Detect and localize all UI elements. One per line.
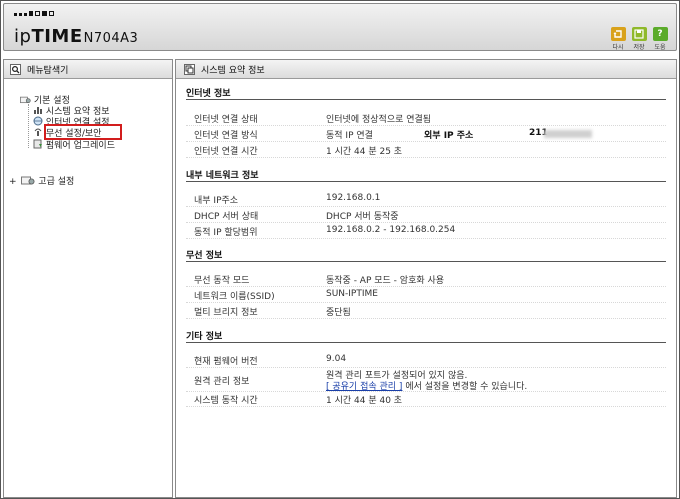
help-button[interactable]: ? 도움 — [651, 27, 669, 51]
section-title-lan: 내부 네트워크 정보 — [186, 171, 259, 181]
row-label: 인터넷 연결 상태 — [194, 115, 258, 125]
section-rule — [186, 181, 666, 182]
sidebar-item-firmware[interactable]: 펌웨어 업그레이드 — [33, 138, 115, 151]
row-label: 네트워크 이름(SSID) — [194, 292, 275, 302]
table-row: 멀티 브리지 정보 중단됨 — [186, 303, 666, 319]
section-title-internet: 인터넷 정보 — [186, 89, 231, 99]
table-row: 네트워크 이름(SSID) SUN-IPTIME — [186, 287, 666, 303]
advanced-settings-label: 고급 설정 — [38, 177, 75, 187]
folder-gear-icon — [21, 176, 35, 185]
menu-explorer-panel: 메뉴탐색기 기본 설정 시스템 요약 정보 인터넷 연결 설정 무선 설정/보안… — [3, 59, 173, 498]
sidebar-item-label: 펌웨어 업그레이드 — [45, 141, 115, 151]
table-row: 인터넷 연결 시간 1 시간 44 분 25 초 — [186, 142, 666, 158]
row-label: 시스템 동작 시간 — [194, 396, 258, 406]
section-title-other: 기타 정보 — [186, 332, 223, 342]
row-value: 1 시간 44 분 40 초 — [326, 396, 403, 406]
tree-advanced-settings[interactable]: + 고급 설정 — [9, 174, 74, 187]
globe-icon — [33, 116, 43, 126]
row-label: 무선 동작 모드 — [194, 276, 250, 286]
save-label: 저장 — [633, 44, 645, 51]
row-label: 원격 관리 정보 — [194, 377, 250, 387]
row-label: 내부 IP주소 — [194, 196, 239, 206]
iptime-logo: ipTIMEN704A3 — [14, 26, 138, 47]
model-name: N704A3 — [83, 31, 139, 46]
logo-dots — [14, 11, 54, 16]
table-row: 동적 IP 할당범위 192.168.0.2 - 192.168.0.254 — [186, 223, 666, 239]
row-value: 1 시간 44 분 25 초 — [326, 147, 403, 157]
table-row: 원격 관리 정보 원격 관리 포트가 설정되어 있지 않음. [ 공유기 접속 … — [186, 368, 666, 392]
wireless-icon — [34, 128, 42, 136]
table-row: 인터넷 연결 상태 인터넷에 정상적으로 연결됨 — [186, 110, 666, 126]
row-label: 멀티 브리지 정보 — [194, 308, 258, 318]
table-row: 현재 펌웨어 버전 9.04 — [186, 352, 666, 368]
section-rule — [186, 99, 666, 100]
row-value: 동적 IP 연결 — [326, 131, 373, 141]
table-row: DHCP 서버 상태 DHCP 서버 동작중 — [186, 207, 666, 223]
logo-time-text: TIME — [31, 26, 83, 47]
row-value: 192.168.0.2 - 192.168.0.254 — [326, 225, 456, 235]
logo-ip-text: ip — [14, 26, 32, 47]
system-summary-header: 시스템 요약 정보 — [176, 60, 676, 79]
refresh-icon — [610, 27, 626, 41]
table-row: 인터넷 연결 방식 동적 IP 연결 외부 IP 주소 211 — [186, 126, 666, 142]
table-row: 내부 IP주소 192.168.0.1 — [186, 191, 666, 207]
row-label: 인터넷 연결 시간 — [194, 147, 258, 157]
row-value: 9.04 — [326, 354, 347, 364]
table-row: 시스템 동작 시간 1 시간 44 분 40 초 — [186, 391, 666, 407]
row-label: 인터넷 연결 방식 — [194, 131, 258, 141]
row-label: 현재 펌웨어 버전 — [194, 357, 258, 367]
firmware-icon — [33, 139, 42, 149]
redacted-ip — [544, 130, 592, 138]
chart-icon — [34, 107, 42, 114]
magnifier-icon — [10, 63, 21, 75]
row-value: 192.168.0.1 — [326, 193, 381, 203]
row-label: 동적 IP 할당범위 — [194, 228, 258, 238]
table-row: 무선 동작 모드 동작중 - AP 모드 - 암호화 사용 — [186, 271, 666, 287]
row-value: 중단됨 — [326, 308, 351, 318]
page-title: 시스템 요약 정보 — [201, 65, 265, 76]
system-summary-panel: 시스템 요약 정보 인터넷 정보 인터넷 연결 상태 인터넷에 정상적으로 연결… — [175, 59, 677, 498]
refresh-label: 다시 — [612, 44, 624, 51]
refresh-button[interactable]: 다시 — [609, 27, 627, 51]
row-value: DHCP 서버 동작중 — [326, 212, 399, 222]
row-label: DHCP 서버 상태 — [194, 212, 259, 222]
folder-gear-icon — [20, 96, 31, 104]
window-icon — [184, 63, 195, 75]
row-value: 인터넷에 정상적으로 연결됨 — [326, 115, 432, 125]
section-title-wireless: 무선 정보 — [186, 251, 223, 261]
external-ip-label: 외부 IP 주소 — [424, 131, 474, 141]
header-bar: ipTIMEN704A3 다시 저장 ? 도움 — [3, 3, 677, 51]
row-value: SUN-IPTIME — [326, 289, 378, 299]
menu-explorer-header: 메뉴탐색기 — [4, 60, 172, 79]
row-value: 동작중 - AP 모드 - 암호화 사용 — [326, 276, 445, 286]
save-button[interactable]: 저장 — [630, 27, 648, 51]
help-label: 도움 — [654, 44, 666, 51]
save-icon — [631, 27, 647, 41]
section-rule — [186, 342, 666, 343]
help-icon: ? — [652, 27, 668, 41]
menu-explorer-title: 메뉴탐색기 — [27, 65, 69, 76]
window-frame: ipTIMEN704A3 다시 저장 ? 도움 메뉴탐색기 기본 설정 시스템 … — [0, 0, 680, 499]
expand-plus-icon[interactable]: + — [9, 177, 17, 187]
section-rule — [186, 261, 666, 262]
tree-connector — [28, 104, 30, 148]
